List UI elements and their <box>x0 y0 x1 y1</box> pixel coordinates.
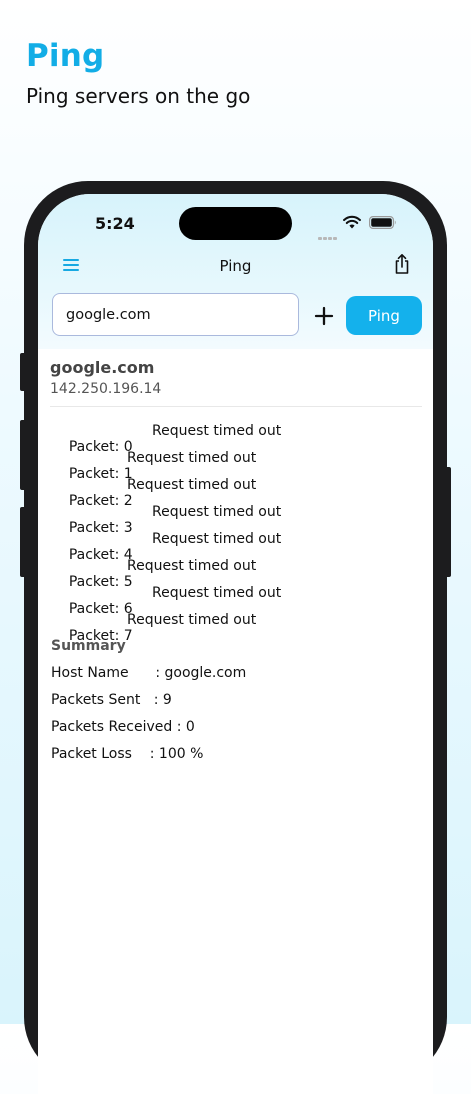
result-divider <box>50 406 422 407</box>
packet-status: Request timed out <box>152 423 282 439</box>
share-icon[interactable] <box>393 253 411 275</box>
status-time: 5:24 <box>95 214 135 233</box>
host-input[interactable] <box>52 293 299 336</box>
packet-status: Request timed out <box>152 585 282 601</box>
summary-packets-received: Packets Received : 0 <box>51 719 195 735</box>
promo-title: Ping <box>26 38 105 74</box>
packet-status: Request timed out <box>152 531 282 547</box>
cellular-dots-icon <box>318 227 338 245</box>
packet-status: Request timed out <box>127 558 257 574</box>
battery-icon <box>369 216 396 229</box>
add-host-button[interactable] <box>312 304 336 328</box>
summary-packet-loss: Packet Loss : 100 % <box>51 746 204 762</box>
promo-subtitle: Ping servers on the go <box>26 84 251 108</box>
summary-packets-sent: Packets Sent : 9 <box>51 692 172 708</box>
summary-host-name: Host Name : google.com <box>51 665 247 681</box>
summary-heading: Summary <box>51 638 126 654</box>
plus-icon <box>314 306 334 326</box>
packet-status: Request timed out <box>152 504 282 520</box>
packet-status: Request timed out <box>127 612 257 628</box>
packet-status: Request timed out <box>127 477 257 493</box>
wifi-icon <box>343 215 361 229</box>
ping-button[interactable]: Ping <box>346 296 422 335</box>
dynamic-island <box>179 207 292 240</box>
packet-status: Request timed out <box>127 450 257 466</box>
result-host: google.com <box>50 358 155 377</box>
nav-title: Ping <box>219 257 252 275</box>
phone-screen: 5:24 Ping Ping google.com 142.250.196.14… <box>38 194 433 1094</box>
result-ip: 142.250.196.14 <box>50 381 162 397</box>
